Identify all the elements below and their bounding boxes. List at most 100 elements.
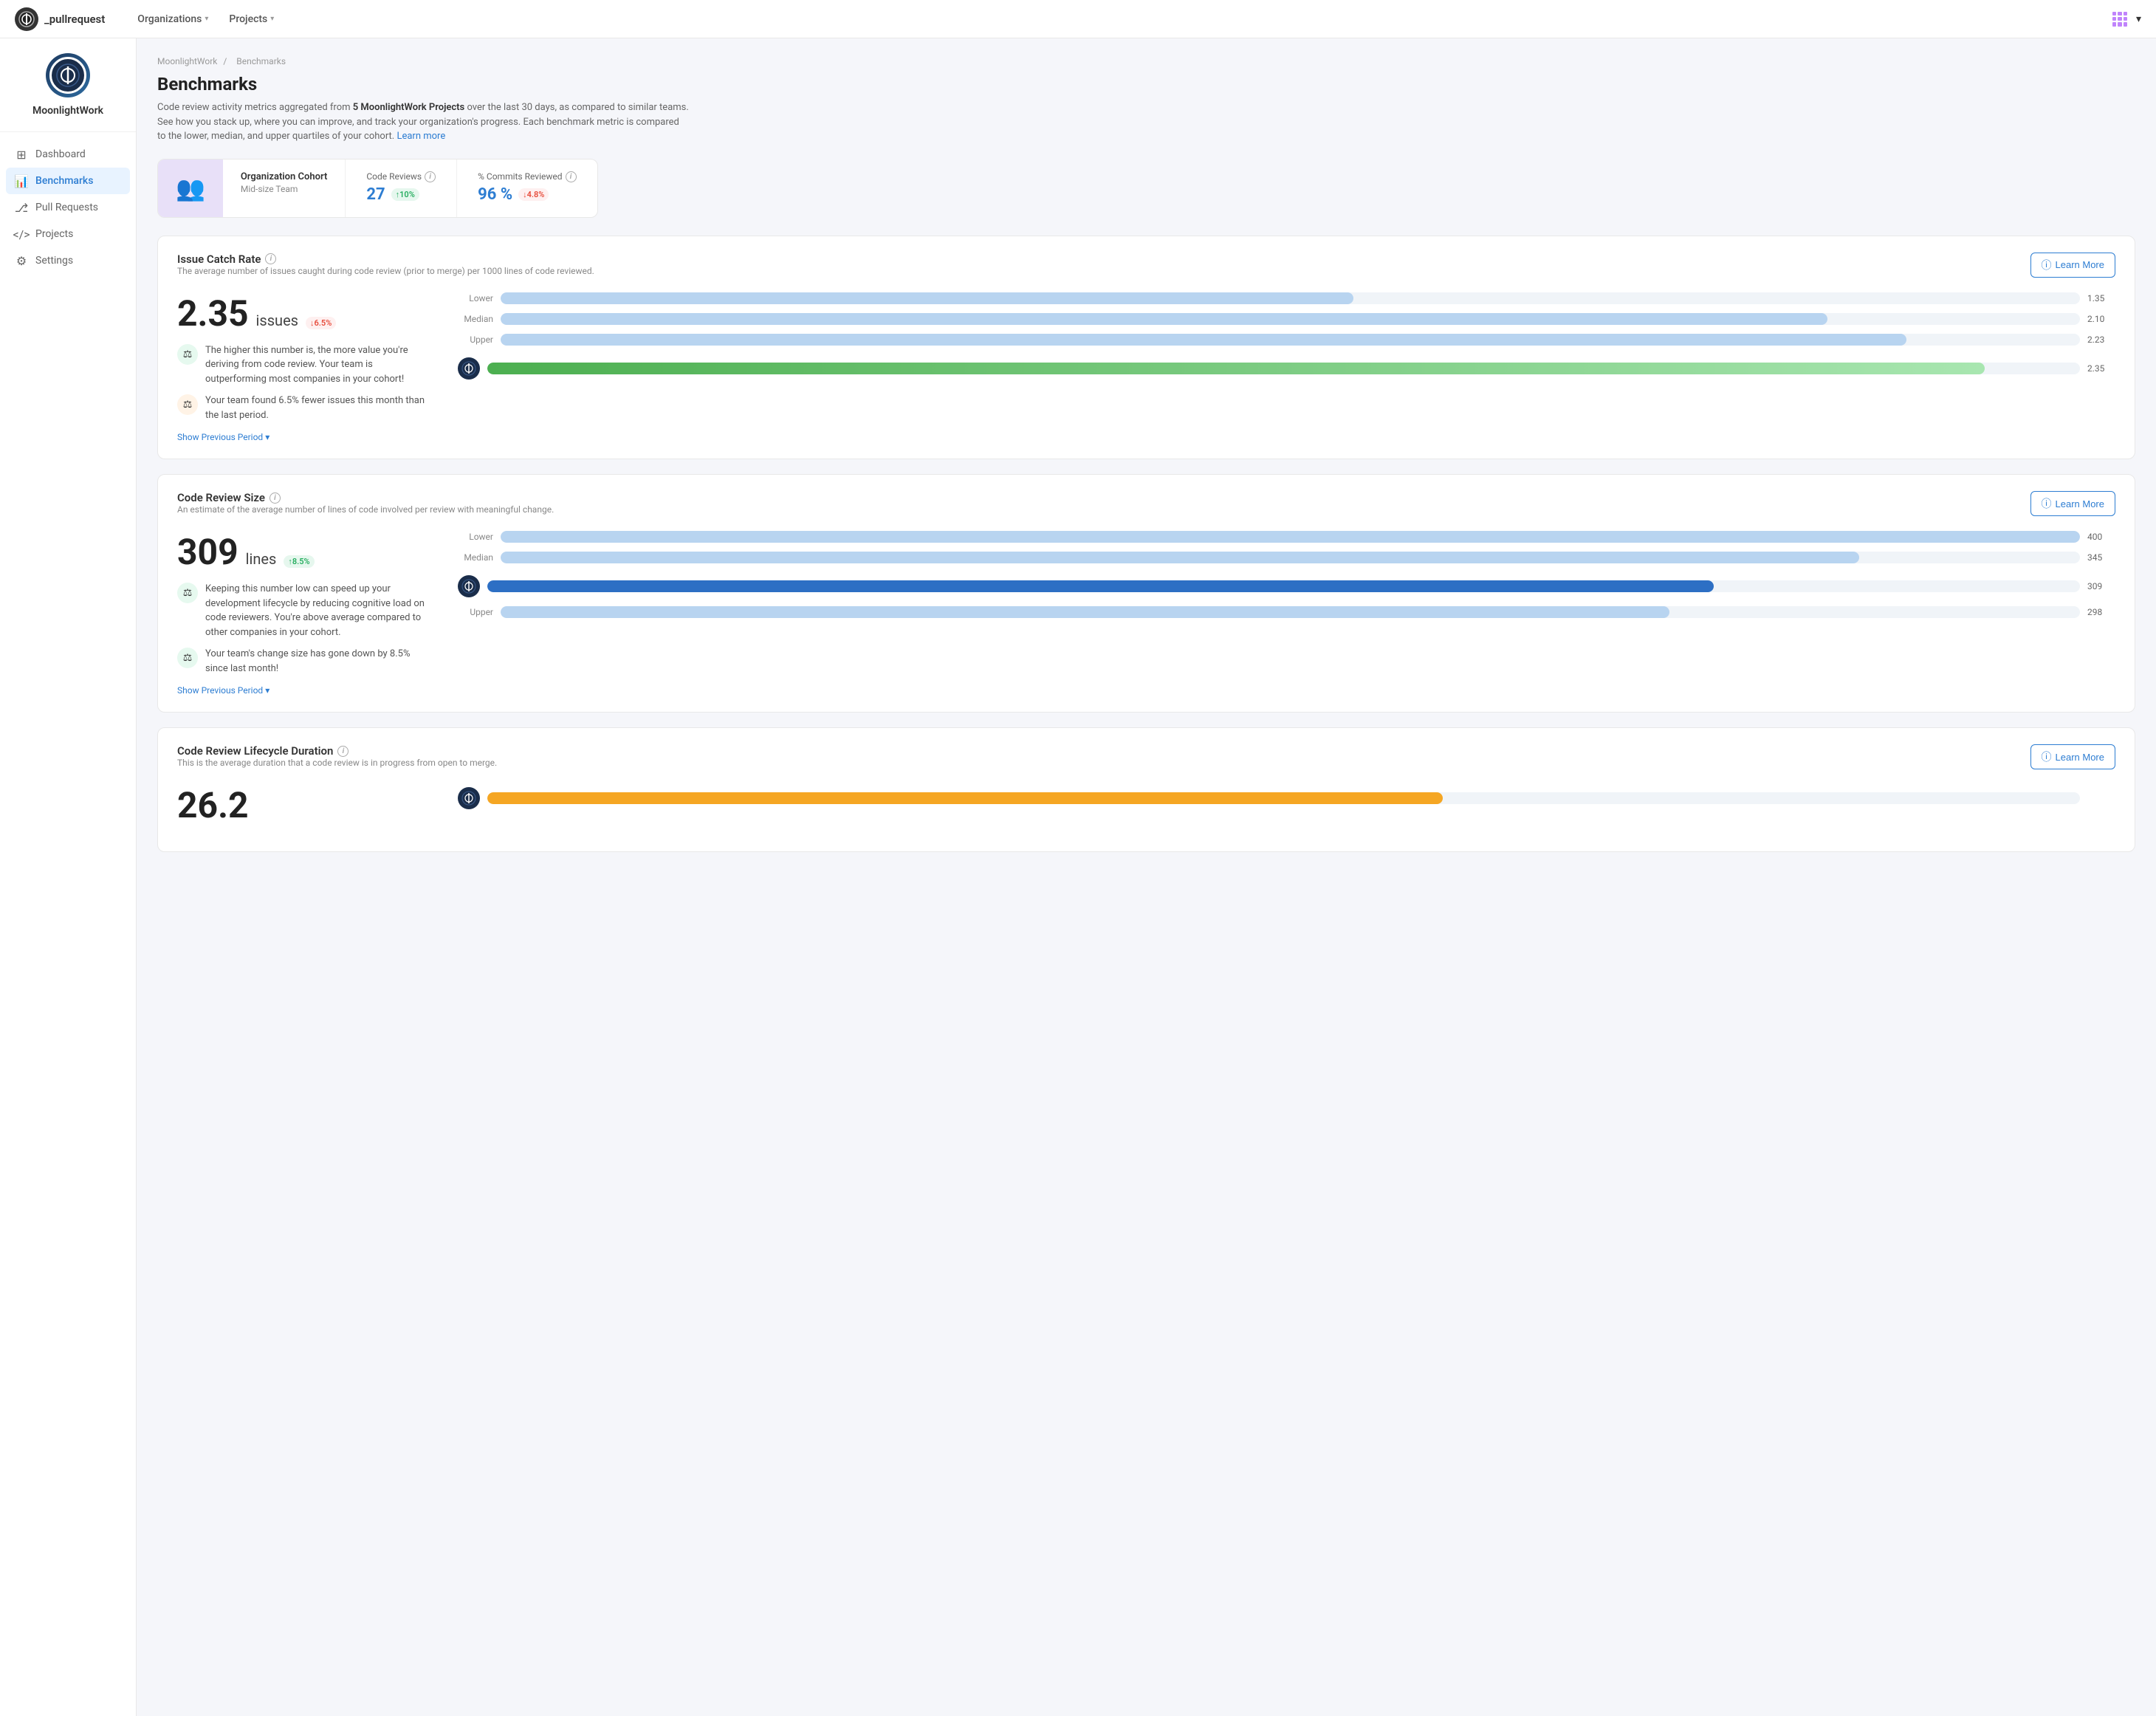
metric-right [458, 784, 2115, 835]
metric-title-area: Code Review Lifecycle Duration i This is… [177, 744, 497, 781]
bar-value: 345 [2087, 552, 2115, 563]
cohort-badge: 👥 [158, 159, 223, 217]
nav-links: Organizations ▾ Projects ▾ [128, 9, 2112, 30]
bar-value: 2.10 [2087, 314, 2115, 324]
bar-track [501, 552, 2080, 563]
bar-fill [501, 334, 1906, 346]
insight-row: ⚖ Keeping this number low can speed up y… [177, 582, 428, 639]
org-bar-track [487, 363, 2080, 374]
sidebar-label-projects: Projects [35, 228, 73, 240]
cohort-code-reviews: Code Reviews i 27 ↑10% [346, 159, 457, 217]
org-name: MoonlightWork [32, 105, 103, 117]
commits-badge: ↓4.8% [518, 188, 549, 201]
breadcrumb-org[interactable]: MoonlightWork [157, 56, 217, 66]
logo[interactable]: _pullrequest [15, 7, 105, 31]
bar-row: Lower 400 [458, 531, 2115, 543]
cohort-card: 👥 Organization Cohort Mid-size Team Code… [157, 159, 598, 218]
chevron-down-icon: ▾ [205, 15, 208, 23]
bar-row: Lower 1.35 [458, 292, 2115, 304]
insight-icon: ⚖ [177, 344, 198, 365]
grid-icon[interactable] [2112, 12, 2127, 27]
info-icon: i [270, 493, 281, 504]
insight-icon: ⚖ [177, 648, 198, 668]
page-desc-highlight: 5 MoonlightWork Projects [353, 102, 464, 113]
dashboard-icon: ⊞ [15, 148, 28, 161]
nav-projects[interactable]: Projects ▾ [220, 9, 283, 30]
page-title: Benchmarks [157, 74, 2135, 95]
bar-fill [501, 313, 1827, 325]
bar-fill [501, 606, 1669, 618]
info-icon: ⓘ [2042, 496, 2052, 511]
metric-left: 309 lines ↑8.5% ⚖ Keeping this number lo… [177, 531, 428, 696]
sidebar-label-pull-requests: Pull Requests [35, 202, 98, 213]
metric-badge: ↓6.5% [306, 317, 336, 329]
org-avatar-bar [458, 787, 480, 809]
insight-icon: ⚖ [177, 583, 198, 603]
org-bar-row: 309 [458, 575, 2115, 597]
cohort-info: Organization Cohort Mid-size Team [223, 159, 346, 217]
insight-text: Your team found 6.5% fewer issues this m… [205, 394, 428, 422]
org-bar-value: 309 [2087, 581, 2115, 591]
metric-main-value: 2.35 issues ↓6.5% [177, 292, 428, 334]
metric-desc: The average number of issues caught duri… [177, 266, 594, 276]
bar-track [501, 606, 2080, 618]
metric-header: Code Review Lifecycle Duration i This is… [177, 744, 2115, 781]
bar-label: Lower [458, 293, 493, 303]
commits-label: % Commits Reviewed [478, 171, 562, 182]
metric-desc: This is the average duration that a code… [177, 758, 497, 768]
avatar [46, 53, 90, 97]
bar-value: 2.23 [2087, 334, 2115, 345]
bar-label: Lower [458, 532, 493, 542]
bar-label: Upper [458, 607, 493, 617]
code-reviews-label: Code Reviews [366, 171, 422, 182]
insight-row: ⚖ Your team's change size has gone down … [177, 647, 428, 676]
metric-unit: issues [256, 312, 298, 329]
bar-row: Upper 2.23 [458, 334, 2115, 346]
insight-text: The higher this number is, the more valu… [205, 343, 428, 387]
metric-card-code-review-size: Code Review Size i An estimate of the av… [157, 474, 2135, 713]
bar-track [501, 531, 2080, 543]
metric-body: 2.35 issues ↓6.5% ⚖ The higher this numb… [177, 292, 2115, 443]
benchmarks-icon: 📊 [15, 174, 28, 188]
sidebar-item-dashboard[interactable]: ⊞ Dashboard [6, 141, 130, 168]
breadcrumb-page: Benchmarks [236, 56, 286, 66]
metric-desc: An estimate of the average number of lin… [177, 504, 554, 515]
cohort-sub: Mid-size Team [241, 184, 328, 194]
nav-organizations[interactable]: Organizations ▾ [128, 9, 217, 30]
sidebar-item-benchmarks[interactable]: 📊 Benchmarks [6, 168, 130, 194]
metric-right: Lower 400 Median 345 [458, 531, 2115, 696]
pull-requests-icon: ⎇ [15, 201, 28, 214]
info-icon: i [265, 253, 276, 264]
page-description: Code review activity metrics aggregated … [157, 100, 689, 144]
bar-label: Median [458, 314, 493, 324]
bar-label: Upper [458, 334, 493, 345]
info-icon: ⓘ [2042, 749, 2052, 764]
info-icon: i [425, 171, 436, 182]
learn-more-link[interactable]: Learn more [396, 131, 445, 142]
sidebar-label-benchmarks: Benchmarks [35, 175, 93, 187]
bar-track [501, 313, 2080, 325]
show-previous-period[interactable]: Show Previous Period ▾ [177, 685, 428, 696]
learn-more-button[interactable]: ⓘ Learn More [2030, 491, 2115, 516]
org-avatar-bar [458, 357, 480, 380]
metric-badge: ↑8.5% [284, 555, 314, 568]
insight-icon: ⚖ [177, 394, 198, 415]
sidebar-item-pull-requests[interactable]: ⎇ Pull Requests [6, 194, 130, 221]
org-bar-fill [487, 792, 1443, 804]
sidebar-nav: ⊞ Dashboard 📊 Benchmarks ⎇ Pull Requests… [0, 132, 136, 283]
show-previous-period[interactable]: Show Previous Period ▾ [177, 432, 428, 442]
learn-more-button[interactable]: ⓘ Learn More [2030, 744, 2115, 769]
cohort-icon: 👥 [176, 174, 205, 202]
org-bar-fill [487, 580, 1714, 592]
nav-chevron-icon[interactable]: ▾ [2136, 13, 2141, 25]
bar-track [501, 292, 2080, 304]
bar-row: Upper 298 [458, 606, 2115, 618]
learn-more-button[interactable]: ⓘ Learn More [2030, 253, 2115, 278]
sidebar-item-projects[interactable]: </> Projects [6, 221, 130, 247]
sidebar-label-dashboard: Dashboard [35, 148, 86, 160]
code-reviews-badge: ↑10% [391, 188, 419, 201]
sidebar-item-settings[interactable]: ⚙ Settings [6, 247, 130, 274]
bar-fill [501, 531, 2080, 543]
metric-insights: ⚖ Keeping this number low can speed up y… [177, 582, 428, 696]
bar-value: 400 [2087, 532, 2115, 542]
